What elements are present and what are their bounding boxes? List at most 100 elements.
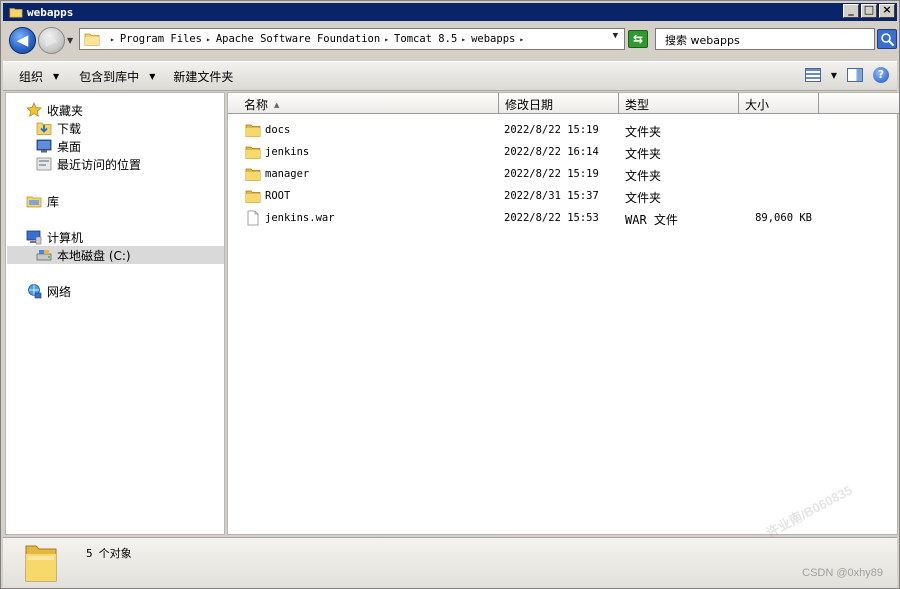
- nav-local-disk-c[interactable]: 本地磁盘 (C:): [7, 246, 224, 264]
- file-size: 89,060 KB: [755, 212, 812, 224]
- file-type: 文件夹: [625, 169, 662, 183]
- chevron-right-icon: ▸: [519, 34, 525, 44]
- breadcrumb-label: webapps: [471, 33, 516, 45]
- close-icon: ×: [882, 3, 892, 16]
- nav-desktop[interactable]: 桌面: [36, 137, 81, 155]
- refresh-icon: ⇆: [632, 32, 644, 46]
- minimize-icon: _: [848, 3, 854, 16]
- file-row[interactable]: ROOT 2022/8/31 15:37 文件夹: [228, 186, 898, 208]
- breadcrumb-program-files[interactable]: Program Files ▸: [120, 33, 216, 45]
- breadcrumb-label: Program Files: [119, 33, 203, 45]
- refresh-button[interactable]: ⇆: [628, 30, 648, 48]
- window-controls: _ □ ×: [843, 3, 895, 18]
- folder-icon: [245, 146, 261, 159]
- address-bar[interactable]: ▸ Program Files ▸ Apache Software Foundat…: [79, 28, 625, 50]
- item-count: 5 个对象: [86, 545, 132, 561]
- file-type: 文件夹: [625, 125, 662, 139]
- forward-arrow-icon: ▶: [45, 31, 58, 49]
- file-row[interactable]: jenkins.war 2022/8/22 15:53 WAR 文件 89,060 K…: [228, 208, 898, 230]
- nav-desktop-label: 桌面: [57, 139, 82, 154]
- history-dropdown-icon[interactable]: ▼: [67, 36, 73, 45]
- csdn-watermark: CSDN @0xhy89: [802, 567, 883, 579]
- computer-icon: [26, 230, 42, 245]
- help-icon[interactable]: ?: [873, 67, 889, 83]
- back-arrow-icon: ◀: [16, 31, 29, 49]
- nav-recent-label: 最近访问的位置: [57, 157, 142, 172]
- include-in-library-button[interactable]: 包含到库中 ▼: [79, 68, 155, 85]
- nav-computer[interactable]: 计算机: [26, 228, 83, 246]
- column-size-label: 大小: [745, 98, 770, 112]
- window-title: webapps: [27, 5, 74, 19]
- nav-libraries-label: 库: [47, 194, 60, 209]
- breadcrumb-tomcat[interactable]: Tomcat 8.5 ▸: [394, 33, 471, 45]
- chevron-right-icon: ▸: [384, 34, 390, 44]
- breadcrumb-label: Tomcat 8.5: [394, 33, 458, 45]
- column-name-label: 名称: [244, 98, 269, 112]
- breadcrumb-apache[interactable]: Apache Software Foundation ▸: [216, 33, 394, 45]
- include-in-library-label: 包含到库中: [79, 69, 140, 84]
- desktop-icon: [36, 139, 52, 153]
- search-button[interactable]: [877, 29, 897, 49]
- maximize-icon: □: [863, 3, 875, 16]
- nav-libraries[interactable]: 库: [26, 192, 59, 210]
- search-input[interactable]: 搜索 webapps: [655, 28, 875, 50]
- file-type: 文件夹: [625, 191, 662, 205]
- file-name: manager: [265, 168, 310, 180]
- breadcrumb-root-chevron[interactable]: ▸: [106, 35, 120, 44]
- file-name: jenkins.war: [265, 212, 335, 224]
- address-dropdown-icon[interactable]: ▼: [613, 31, 618, 41]
- maximize-button[interactable]: □: [861, 3, 877, 18]
- view-options-icon[interactable]: [804, 68, 821, 82]
- preview-pane-icon[interactable]: [847, 68, 863, 82]
- file-modified: 2022/8/22 15:53: [504, 212, 599, 224]
- nav-favorites[interactable]: 收藏夹: [26, 101, 83, 119]
- back-button[interactable]: ◀: [9, 27, 36, 54]
- recent-places-icon: [36, 157, 52, 171]
- star-icon: [26, 102, 42, 118]
- chevron-right-icon: ▸: [461, 34, 467, 44]
- file-row[interactable]: docs 2022/8/22 15:19 文件夹: [228, 120, 898, 142]
- column-header-type[interactable]: 类型: [619, 93, 739, 114]
- forward-button[interactable]: ▶: [38, 27, 65, 54]
- nav-downloads-label: 下载: [57, 121, 82, 136]
- file-type: WAR 文件: [625, 213, 678, 227]
- file-modified: 2022/8/31 15:37: [504, 190, 599, 202]
- folder-icon: [9, 8, 23, 18]
- chevron-right-icon: ▸: [206, 34, 211, 44]
- close-button[interactable]: ×: [879, 3, 895, 18]
- nav-recent-places[interactable]: 最近访问的位置: [36, 155, 141, 173]
- column-type-label: 类型: [625, 98, 650, 112]
- search-placeholder: 搜索 webapps: [665, 34, 740, 47]
- title-bar[interactable]: webapps _ □ ×: [3, 3, 897, 21]
- new-folder-button[interactable]: 新建文件夹: [173, 68, 233, 85]
- organize-button[interactable]: 组织 ▼: [19, 68, 59, 85]
- minimize-button[interactable]: _: [843, 3, 859, 18]
- new-folder-label: 新建文件夹: [173, 69, 234, 84]
- libraries-icon: [26, 196, 42, 208]
- file-icon: [247, 210, 259, 226]
- view-dropdown-icon[interactable]: ▼: [831, 71, 837, 80]
- chevron-down-icon: ▼: [149, 71, 156, 81]
- view-controls: ▼ ?: [804, 67, 889, 83]
- sort-ascending-icon: ▲: [274, 101, 280, 109]
- breadcrumb-webapps[interactable]: webapps ▸: [471, 33, 529, 45]
- column-header-filler: [819, 93, 899, 114]
- file-row[interactable]: jenkins 2022/8/22 16:14 文件夹: [228, 142, 898, 164]
- file-modified: 2022/8/22 15:19: [504, 168, 599, 180]
- column-header-modified[interactable]: 修改日期: [499, 93, 619, 114]
- file-name: jenkins: [265, 146, 310, 158]
- folder-icon: [25, 545, 57, 582]
- address-row: ◀ ▶ ▼ ▸ Program Files ▸ Apache Software F…: [3, 23, 897, 57]
- folder-icon: [245, 190, 261, 203]
- explorer-window: webapps _ □ × ◀ ▶ ▼ ▸ Program Files ▸ Apa…: [0, 0, 900, 589]
- file-modified: 2022/8/22 15:19: [504, 124, 599, 136]
- file-row[interactable]: manager 2022/8/22 15:19 文件夹: [228, 164, 898, 186]
- column-header-size[interactable]: 大小: [739, 93, 819, 114]
- column-header-name[interactable]: 名称 ▲: [228, 93, 499, 114]
- folder-icon: [245, 124, 261, 137]
- breadcrumb-label: Apache Software Foundation: [215, 33, 381, 45]
- nav-downloads[interactable]: 下载: [36, 119, 81, 137]
- nav-network[interactable]: 网络: [26, 282, 71, 300]
- item-count-number: 5: [86, 547, 93, 560]
- network-icon: [28, 284, 42, 299]
